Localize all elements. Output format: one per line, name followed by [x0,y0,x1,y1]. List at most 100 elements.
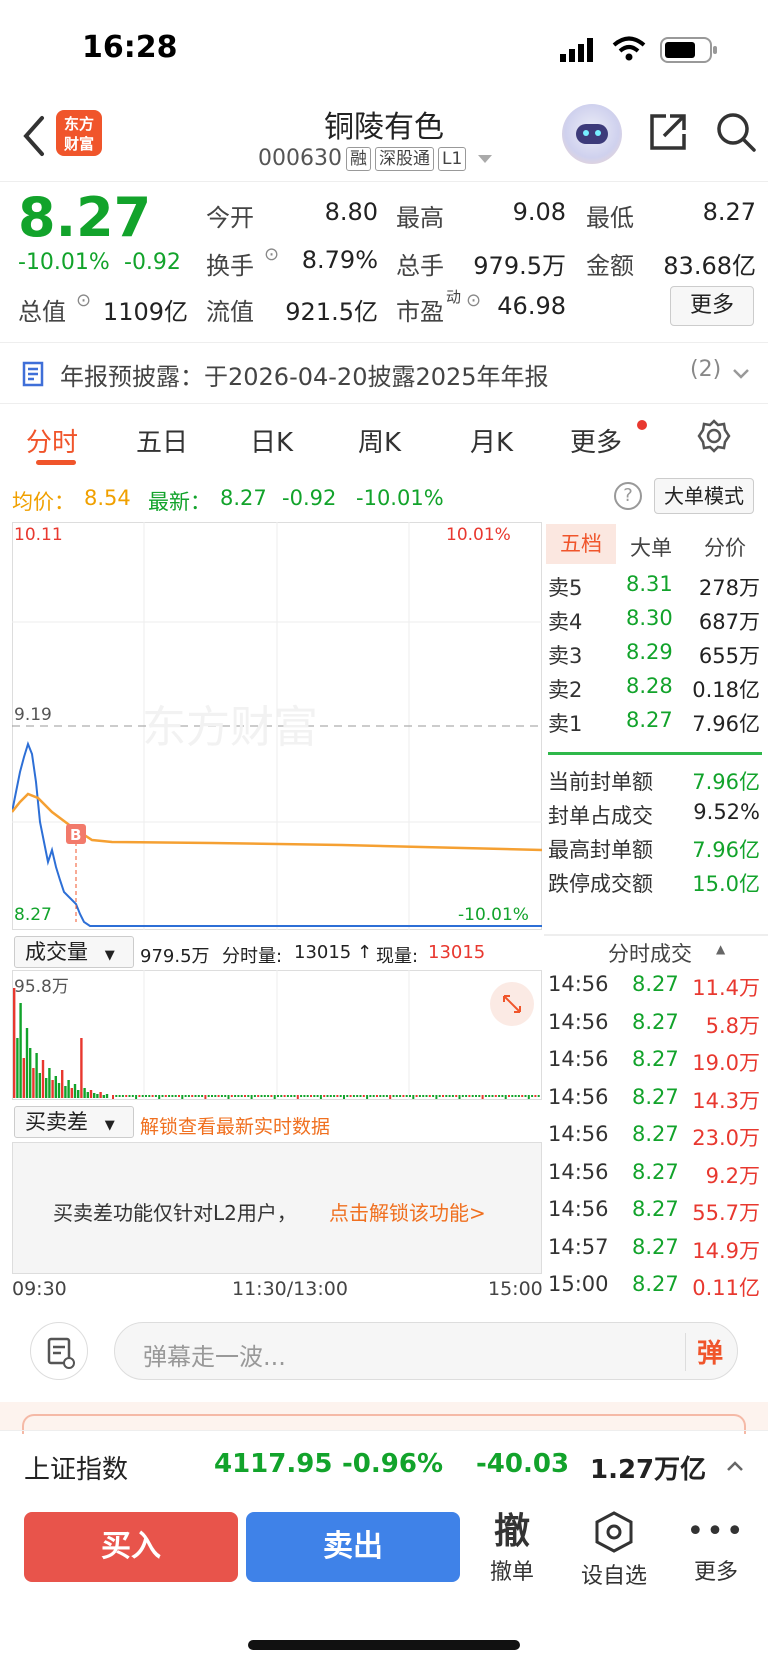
volume-bar [22,1058,25,1098]
announcement-text: 年报预披露：于2026-04-20披露2025年年报 [60,363,549,391]
info-icon[interactable]: ⊙ [76,290,91,311]
latest-change: -0.92 [282,486,337,510]
time-start: 09:30 [12,1278,67,1300]
tab-monthly-k[interactable]: 月K [470,422,513,459]
volume-bar [230,1095,233,1097]
more-quote-button[interactable]: 更多 [670,286,754,326]
ask-row[interactable]: 卖2 8.28 0.18亿 [548,674,760,708]
sell-button[interactable]: 卖出 [246,1512,460,1582]
chevron-down-icon: ▼ [104,1118,115,1133]
volume-bar [99,1092,102,1098]
tab-five-day[interactable]: 五日 [136,422,188,459]
note-icon[interactable] [30,1322,88,1380]
index-ticker[interactable]: 上证指数 4117.95 -0.96% -40.03 1.27万亿 [0,1430,768,1496]
volume-bar [475,1095,477,1097]
tick-row: 14:57 8.27 14.9万 [548,1235,760,1269]
chevron-up-icon[interactable] [726,1459,744,1473]
ask-label: 卖3 [548,644,583,668]
low-value: 8.27 [702,198,756,226]
tab-more[interactable]: 更多 [570,422,622,459]
ai-assistant-icon[interactable] [562,104,622,164]
volume-bar [385,1095,388,1097]
volume-bar [537,1095,540,1097]
intraday-price-chart[interactable]: 东方财富 B 10.11 10.01% 9.19 8.27 -10.01% [12,522,542,930]
ask-row[interactable]: 卖1 8.27 7.96亿 [548,708,760,742]
tab-weekly-k[interactable]: 周K [358,422,401,459]
danmu-toggle-icon[interactable]: 弹 [685,1333,735,1370]
tick-price: 8.27 [632,1234,679,1259]
volume-bar [501,1095,504,1097]
gear-icon[interactable] [696,418,732,454]
volume-bar [253,1095,256,1097]
stat-row: 最高封单额 7.96亿 [548,834,760,868]
ask-row[interactable]: 卖3 8.29 655万 [548,640,760,674]
volume-bar [105,1094,109,1098]
volume-bar [267,1095,270,1097]
amount-value: 83.68亿 [663,252,756,280]
volume-bar [224,1095,227,1097]
info-icon[interactable]: ⊙ [264,244,279,265]
current-volume-label: 现量: [376,946,419,967]
diff-selector[interactable]: 买卖差 ▼ [14,1106,134,1138]
volume-chart[interactable]: 95.8万 [12,970,542,1100]
tab-big-orders[interactable]: 大单 [630,532,672,562]
latest-percent: -10.01% [356,486,444,510]
volume-bar [151,1095,154,1097]
pe-value: 46.98 [497,292,566,320]
cancel-icon: 撤 [493,1511,530,1552]
help-icon[interactable]: ? [614,482,642,510]
stock-code-row[interactable]: 000630 融 深股通 L1 [258,146,493,171]
amount-label: 金额 [586,252,634,280]
volume-bar [29,1048,32,1098]
danmu-input[interactable]: 弹幕走一波... 弹 [114,1322,738,1380]
volume-bar [471,1095,474,1097]
diff-unlock-link[interactable]: 点击解锁该功能> [329,1197,486,1226]
volume-bar [54,1076,57,1098]
cancel-order-button[interactable]: 撤 撤单 [472,1510,552,1586]
volume-bar [451,1095,454,1097]
axis-mid-price: 9.19 [14,705,52,725]
tick-time: 14:56 [548,1159,609,1184]
tick-time: 14:56 [548,1084,609,1109]
volume-bar [194,1095,197,1097]
volume-bar [148,1095,151,1097]
volume-bar [438,1095,441,1097]
volume-bar [524,1095,527,1097]
tick-volume: 19.0万 [692,1051,760,1075]
volume-bar [382,1095,385,1097]
volume-bar [164,1095,167,1097]
search-icon[interactable] [714,110,758,154]
announcement-bar[interactable]: 年报预披露：于2026-04-20披露2025年年报 (2) [0,342,768,404]
info-icon[interactable]: ⊙ [466,290,481,311]
volume-bar [339,1095,342,1097]
ask-row[interactable]: 卖4 8.30 687万 [548,606,760,640]
volume-bar [73,1084,77,1098]
share-icon[interactable] [646,110,690,154]
announcement-count: (2) [690,357,722,382]
more-actions-button[interactable]: ••• 更多 [676,1510,756,1586]
volume-selector[interactable]: 成交量 ▼ [14,936,134,968]
tick-row: 14:56 8.27 11.4万 [548,972,760,1006]
tab-daily-k[interactable]: 日K [250,422,293,459]
stat-label: 封单占成交 [548,804,653,828]
volume-bar [64,1086,67,1098]
add-watchlist-button[interactable]: 设自选 [574,1510,654,1590]
tab-five-levels[interactable]: 五档 [546,524,616,564]
big-order-mode-button[interactable]: 大单模式 [654,478,754,514]
buy-button[interactable]: 买入 [24,1512,238,1582]
volume-bar [57,1083,61,1098]
ask-row[interactable]: 卖5 8.31 278万 [548,572,760,606]
unlock-link[interactable]: 解锁查看最新实时数据 [140,1112,330,1139]
volume-bar [405,1095,408,1097]
more-dots-icon: ••• [686,1514,746,1549]
stat-label: 当前封单额 [548,770,653,794]
tab-intraday[interactable]: 分时 [26,422,78,459]
volume-bar [227,1095,230,1099]
turnover-value: 8.79% [301,246,378,274]
ticks-title[interactable]: 分时成交 [608,938,692,968]
stat-label: 跌停成交额 [548,872,653,896]
tab-price-distribution[interactable]: 分价 [704,532,746,562]
bid-ask-divider [548,752,762,755]
watermark: 东方财富 [142,702,318,753]
volume-bar [448,1095,451,1097]
